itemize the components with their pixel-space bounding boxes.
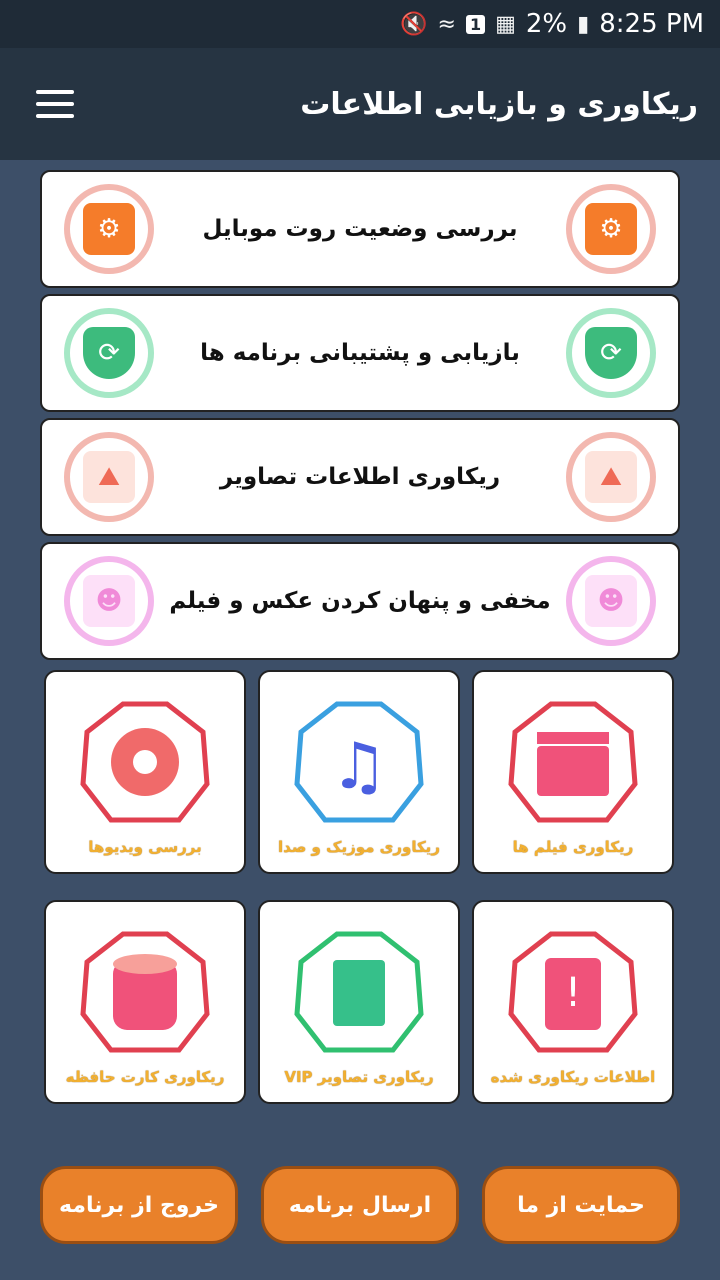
shield-backup-icon: ⟳ xyxy=(566,308,656,398)
chip-icon: ⚙ xyxy=(64,184,154,274)
share-button[interactable]: ارسال برنامه xyxy=(261,1166,459,1244)
mask-icon: ☻ xyxy=(566,556,656,646)
film-reel-icon xyxy=(80,701,210,823)
svg-text:!: ! xyxy=(565,970,581,1016)
sim-badge: 1 xyxy=(465,14,486,34)
clapperboard-icon xyxy=(508,701,638,823)
battery-icon: ▮ xyxy=(577,11,590,37)
feature-list: ⚙ بررسی وضعیت روت موبایل ⚙ ⟳ بازیابی و پ… xyxy=(40,170,680,666)
svg-text:♫: ♫ xyxy=(330,730,387,804)
signal-icon: ▦ xyxy=(495,11,516,37)
file-restore-icon xyxy=(294,931,424,1053)
support-button[interactable]: حمایت از ما xyxy=(482,1166,680,1244)
tile-memory-card[interactable]: ریکاوری کارت حافظه xyxy=(44,900,246,1104)
tool-grid: بررسی ویدیوها ♫ ریکاوری موزیک و صدا ریکا… xyxy=(44,670,676,1104)
music-note-icon: ♫ xyxy=(294,701,424,823)
status-bar: 🔇 ≈ 1 ▦ 2% ▮ 8:25 PM xyxy=(0,0,720,48)
exit-button[interactable]: خروج از برنامه xyxy=(40,1166,238,1244)
tile-music-recovery[interactable]: ♫ ریکاوری موزیک و صدا xyxy=(258,670,460,874)
tile-recovered-info[interactable]: ! اطلاعات ریکاوری شده xyxy=(472,900,674,1104)
bottom-buttons: خروج از برنامه ارسال برنامه حمایت از ما xyxy=(40,1166,680,1244)
hard-drive-alert-icon: ! xyxy=(508,931,638,1053)
mask-icon: ☻ xyxy=(64,556,154,646)
database-restore-icon xyxy=(80,931,210,1053)
app-title: ریکاوری و بازیابی اطلاعات xyxy=(300,86,698,122)
row-label: بازیابی و پشتیبانی برنامه ها xyxy=(200,340,520,366)
tile-movie-recovery[interactable]: ریکاوری فیلم ها xyxy=(472,670,674,874)
tile-caption: بررسی ویدیوها xyxy=(88,838,202,856)
row-label: بررسی وضعیت روت موبایل xyxy=(202,216,518,242)
chip-icon: ⚙ xyxy=(566,184,656,274)
row-label: ریکاوری اطلاعات تصاویر xyxy=(219,464,501,490)
tile-caption: ریکاوری تصاویر VIP xyxy=(284,1068,434,1086)
mute-icon: 🔇 xyxy=(400,11,428,37)
wifi-icon: ≈ xyxy=(437,11,456,37)
app-bar: ریکاوری و بازیابی اطلاعات xyxy=(0,48,720,160)
clock: 8:25 PM xyxy=(599,9,704,39)
shield-backup-icon: ⟳ xyxy=(64,308,154,398)
row-label: مخفی و پنهان کردن عکس و فیلم xyxy=(169,588,551,614)
tile-caption: اطلاعات ریکاوری شده xyxy=(490,1068,656,1086)
row-hide-media[interactable]: ☻ مخفی و پنهان کردن عکس و فیلم ☻ xyxy=(40,542,680,660)
battery-percent: 2% xyxy=(525,9,568,39)
tile-caption: ریکاوری فیلم ها xyxy=(512,838,634,856)
tile-check-videos[interactable]: بررسی ویدیوها xyxy=(44,670,246,874)
row-root-check[interactable]: ⚙ بررسی وضعیت روت موبایل ⚙ xyxy=(40,170,680,288)
row-image-recovery[interactable]: ⛰ ریکاوری اطلاعات تصاویر ⛰ xyxy=(40,418,680,536)
tile-caption: ریکاوری کارت حافظه xyxy=(65,1068,225,1086)
tile-caption: ریکاوری موزیک و صدا xyxy=(278,838,440,856)
hamburger-menu-icon[interactable] xyxy=(36,90,74,118)
image-icon: ⛰ xyxy=(64,432,154,522)
row-app-backup[interactable]: ⟳ بازیابی و پشتیبانی برنامه ها ⟳ xyxy=(40,294,680,412)
tile-vip-images[interactable]: ریکاوری تصاویر VIP xyxy=(258,900,460,1104)
image-icon: ⛰ xyxy=(566,432,656,522)
